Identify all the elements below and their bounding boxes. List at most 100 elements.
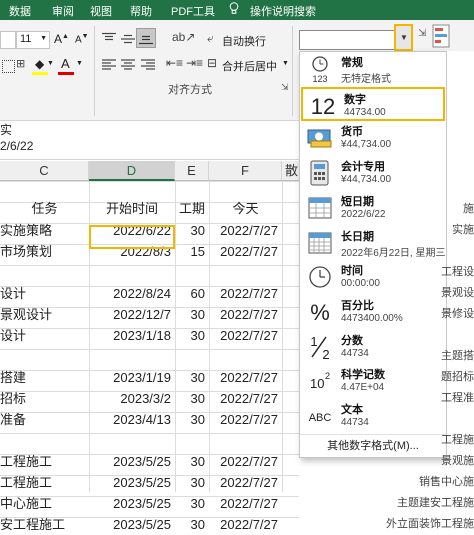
dialog-launcher-icon[interactable]: ⇲ — [281, 82, 289, 93]
table-cell-task[interactable] — [0, 262, 89, 283]
table-cell-days[interactable]: 15 — [175, 241, 209, 262]
decrease-font-button[interactable]: A▼ — [75, 33, 89, 45]
dialog-launcher-icon[interactable]: ⇲ — [418, 28, 426, 39]
table-cell-days[interactable]: 30 — [175, 514, 209, 535]
wrap-text-button[interactable]: 自动换行 — [222, 33, 266, 49]
table-cell-days[interactable] — [175, 346, 209, 367]
table-cell-days[interactable]: 30 — [175, 388, 209, 409]
table-cell-start[interactable]: 2023/5/25 — [89, 451, 175, 472]
font-name-box[interactable] — [0, 31, 16, 49]
table-cell-today[interactable]: 2022/7/27 — [209, 241, 282, 262]
wrap-text-icon[interactable]: ⤶ — [207, 31, 214, 46]
merge-center-button[interactable]: 合并后居中 — [222, 58, 277, 74]
table-cell-today[interactable]: 2022/7/27 — [209, 283, 282, 304]
table-cell-days[interactable]: 30 — [175, 493, 209, 514]
borders-icon[interactable] — [2, 60, 15, 73]
table-cell-days[interactable]: 30 — [175, 220, 209, 241]
table-header-cell[interactable]: 工期 — [175, 198, 209, 219]
table-cell-today[interactable]: 2022/7/27 — [209, 367, 282, 388]
table-cell-days[interactable] — [175, 262, 209, 283]
font-color-icon[interactable]: A — [61, 56, 70, 71]
menu-review[interactable]: 审阅 — [52, 3, 74, 19]
table-cell-days[interactable] — [175, 430, 209, 451]
chevron-down-icon[interactable]: ▼ — [282, 60, 289, 67]
increase-indent-icon[interactable]: ⇥≡ — [186, 56, 203, 70]
table-cell-task[interactable]: 实施策略 — [0, 220, 89, 241]
table-cell-today[interactable] — [209, 346, 282, 367]
number-format-dropdown-button[interactable]: ▼ — [394, 24, 413, 51]
table-cell-start[interactable]: 2022/12/7 — [89, 304, 175, 325]
align-top-icon[interactable] — [101, 32, 117, 46]
table-header-cell[interactable]: 今天 — [209, 198, 282, 219]
table-cell-task[interactable]: 中心施工 — [0, 493, 89, 514]
table-cell-task[interactable] — [0, 346, 89, 367]
number-format-combobox[interactable] — [299, 30, 409, 50]
tell-me-search[interactable]: 操作说明搜索 — [250, 3, 316, 19]
table-cell-today[interactable]: 2022/7/27 — [209, 325, 282, 346]
table-cell-task[interactable]: 安工程施工 — [0, 514, 89, 535]
merge-center-icon[interactable]: ⊟ — [207, 56, 217, 70]
conditional-format-icon[interactable] — [432, 24, 450, 50]
format-option[interactable]: 123 常规 无特定格式 — [300, 52, 446, 86]
table-cell-today[interactable]: 2022/7/27 — [209, 514, 282, 535]
menu-data[interactable]: 数据 — [9, 3, 31, 19]
table-cell-today[interactable]: 2022/7/27 — [209, 304, 282, 325]
table-cell-start[interactable]: 2023/1/19 — [89, 367, 175, 388]
font-size-box[interactable]: 11 ▼ — [16, 31, 50, 49]
table-cell-today[interactable]: 2022/7/27 — [209, 388, 282, 409]
table-cell-today[interactable] — [209, 262, 282, 283]
table-cell-task[interactable]: 准备 — [0, 409, 89, 430]
align-bottom-button[interactable] — [136, 28, 156, 48]
column-header-f[interactable]: F — [209, 161, 282, 181]
orientation-icon[interactable]: ab↗ — [172, 30, 195, 44]
table-cell-start[interactable]: 2023/5/25 — [89, 493, 175, 514]
table-header-cell[interactable]: 开始时间 — [89, 198, 175, 219]
table-cell-task[interactable]: 搭建 — [0, 367, 89, 388]
increase-font-button[interactable]: A▲ — [54, 32, 69, 46]
column-header-e[interactable]: E — [175, 161, 209, 181]
formula-bar-content[interactable]: 2/6/22 — [0, 139, 33, 153]
active-cell-d[interactable] — [89, 225, 175, 249]
phonetic-icon[interactable]: ⊞ — [16, 57, 25, 70]
table-cell-start[interactable]: 2023/1/18 — [89, 325, 175, 346]
menu-pdf-tools[interactable]: PDF工具 — [171, 3, 215, 19]
table-cell-days[interactable]: 30 — [175, 304, 209, 325]
table-cell-today[interactable]: 2022/7/27 — [209, 409, 282, 430]
table-cell-days[interactable]: 30 — [175, 409, 209, 430]
format-option[interactable]: 12 数字 44734.00 — [301, 86, 445, 121]
table-cell-today[interactable]: 2022/7/27 — [209, 220, 282, 241]
column-header-d[interactable]: D — [89, 161, 175, 181]
table-cell-task[interactable]: 市场策划 — [0, 241, 89, 262]
align-middle-icon[interactable] — [120, 32, 136, 46]
menu-view[interactable]: 视图 — [90, 3, 112, 19]
table-cell-start[interactable] — [89, 346, 175, 367]
chevron-down-icon[interactable]: ▼ — [76, 60, 83, 67]
table-cell-task[interactable]: 景观设计 — [0, 304, 89, 325]
table-cell-today[interactable]: 2022/7/27 — [209, 493, 282, 514]
table-cell-task[interactable]: 设计 — [0, 325, 89, 346]
table-cell-today[interactable]: 2022/7/27 — [209, 472, 282, 493]
table-cell-days[interactable]: 30 — [175, 472, 209, 493]
table-cell-days[interactable]: 30 — [175, 325, 209, 346]
table-cell-start[interactable]: 2023/3/2 — [89, 388, 175, 409]
table-cell-days[interactable]: 30 — [175, 367, 209, 388]
table-cell-task[interactable]: 工程施工 — [0, 472, 89, 493]
table-cell-start[interactable]: 2023/5/25 — [89, 514, 175, 535]
format-option[interactable]: 会计专用 ¥44,734.00 — [300, 156, 446, 190]
table-cell-days[interactable]: 60 — [175, 283, 209, 304]
table-cell-start[interactable]: 2023/5/25 — [89, 472, 175, 493]
table-cell-task[interactable] — [0, 430, 89, 451]
table-cell-start[interactable]: 2022/8/24 — [89, 283, 175, 304]
fill-color-icon[interactable]: ◆ — [35, 57, 44, 71]
table-header-cell[interactable]: 任务 — [0, 198, 89, 219]
table-cell-start[interactable]: 2023/4/13 — [89, 409, 175, 430]
table-cell-task[interactable]: 招标 — [0, 388, 89, 409]
table-cell-start[interactable] — [89, 262, 175, 283]
chevron-down-icon[interactable]: ▼ — [47, 60, 54, 67]
table-cell-days[interactable]: 30 — [175, 451, 209, 472]
decrease-indent-icon[interactable]: ⇤≡ — [166, 56, 183, 70]
align-left-icon[interactable] — [101, 58, 117, 72]
column-header-c[interactable]: C — [0, 161, 89, 181]
format-option[interactable]: 货币 ¥44,734.00 — [300, 121, 446, 155]
menu-help[interactable]: 帮助 — [130, 3, 152, 19]
